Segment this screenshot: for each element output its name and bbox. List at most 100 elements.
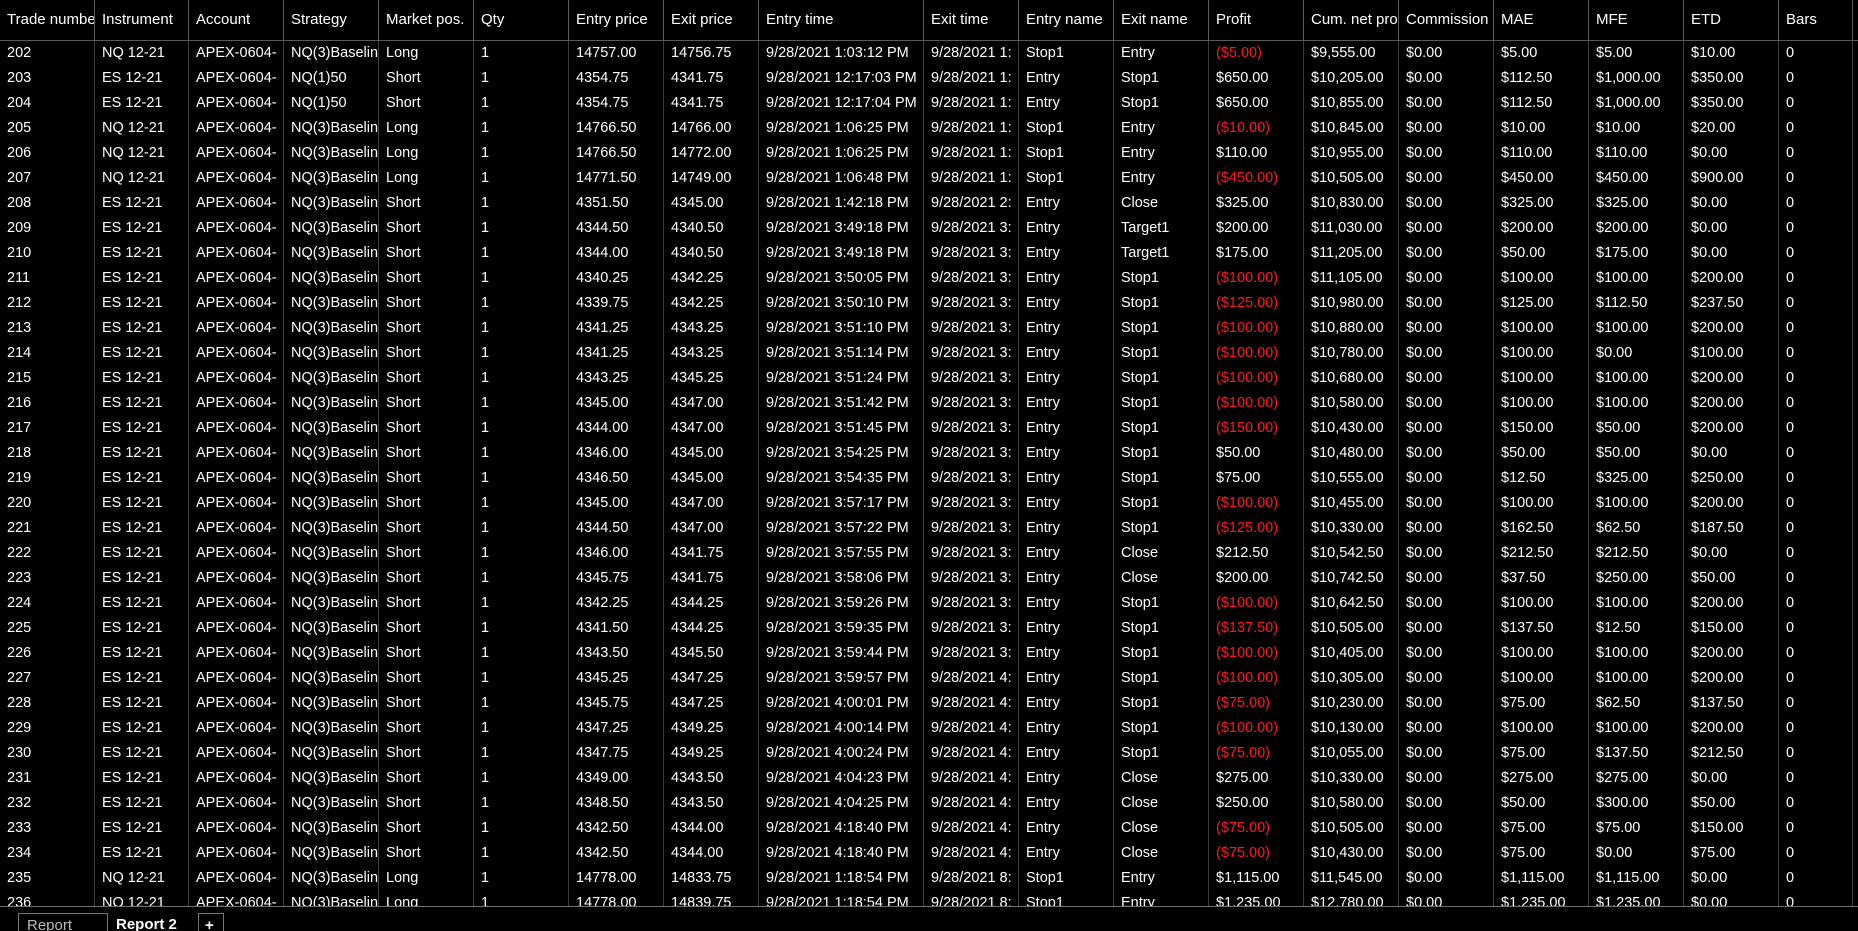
- tab-report-2[interactable]: Report 2: [108, 913, 194, 931]
- table-row[interactable]: 233 ES 12-21 APEX-0604- NQ(3)Baseline Short 1…: [0, 816, 1858, 841]
- cell-etd: $10.00: [1684, 41, 1779, 66]
- cell-strategy: NQ(3)Baseline: [284, 766, 379, 791]
- table-row[interactable]: 229 ES 12-21 APEX-0604- NQ(3)Baseline Short 1…: [0, 716, 1858, 741]
- cell-strategy: NQ(3)Baseline: [284, 316, 379, 341]
- cell-entry-time: 9/28/2021 3:50:10 PM: [759, 291, 924, 316]
- trades-grid[interactable]: Trade number Instrument Account Strategy Mar…: [0, 0, 1858, 906]
- cell-exit-name: Stop1: [1114, 91, 1209, 116]
- table-row[interactable]: 231 ES 12-21 APEX-0604- NQ(3)Baseline Short 1…: [0, 766, 1858, 791]
- cell-commission: $0.00: [1399, 291, 1494, 316]
- cell-mae: $50.00: [1494, 791, 1589, 816]
- cell-etd: $200.00: [1684, 641, 1779, 666]
- table-row[interactable]: 202 NQ 12-21 APEX-0604- NQ(3)Baseline Long 1 1…: [0, 41, 1858, 66]
- column-header-strategy[interactable]: Strategy: [284, 0, 379, 40]
- table-row[interactable]: 225 ES 12-21 APEX-0604- NQ(3)Baseline Short 1…: [0, 616, 1858, 641]
- cell-exit-price: 4343.50: [664, 791, 759, 816]
- cell-account: APEX-0604-: [189, 266, 284, 291]
- cell-etd: $50.00: [1684, 566, 1779, 591]
- table-row[interactable]: 216 ES 12-21 APEX-0604- NQ(3)Baseline Short 1…: [0, 391, 1858, 416]
- cell-exit-name: Close: [1114, 766, 1209, 791]
- column-header-commission[interactable]: Commission: [1399, 0, 1494, 40]
- column-header-instrument[interactable]: Instrument: [95, 0, 189, 40]
- table-row[interactable]: 222 ES 12-21 APEX-0604- NQ(3)Baseline Short 1…: [0, 541, 1858, 566]
- table-row[interactable]: 223 ES 12-21 APEX-0604- NQ(3)Baseline Short 1…: [0, 566, 1858, 591]
- cell-entry-time: 9/28/2021 3:49:18 PM: [759, 241, 924, 266]
- column-header-mfe[interactable]: MFE: [1589, 0, 1684, 40]
- table-row[interactable]: 214 ES 12-21 APEX-0604- NQ(3)Baseline Short 1…: [0, 341, 1858, 366]
- table-row[interactable]: 228 ES 12-21 APEX-0604- NQ(3)Baseline Short 1…: [0, 691, 1858, 716]
- table-row[interactable]: 206 NQ 12-21 APEX-0604- NQ(3)Baseline Long 1 1…: [0, 141, 1858, 166]
- table-row[interactable]: 204 ES 12-21 APEX-0604- NQ(1)50 Short 1 4354.7…: [0, 91, 1858, 116]
- cell-strategy: NQ(3)Baseline: [284, 791, 379, 816]
- cell-bars: 0: [1779, 691, 1853, 716]
- column-header-qty[interactable]: Qty: [474, 0, 569, 40]
- cell-account: APEX-0604-: [189, 391, 284, 416]
- column-header-entry-time[interactable]: Entry time: [759, 0, 924, 40]
- cell-exit-name: Stop1: [1114, 66, 1209, 91]
- cell-commission: $0.00: [1399, 391, 1494, 416]
- cell-bars: 0: [1779, 66, 1853, 91]
- table-row[interactable]: 209 ES 12-21 APEX-0604- NQ(3)Baseline Short 1…: [0, 216, 1858, 241]
- cell-mfe: $100.00: [1589, 591, 1684, 616]
- table-row[interactable]: 219 ES 12-21 APEX-0604- NQ(3)Baseline Short 1…: [0, 466, 1858, 491]
- column-header-account[interactable]: Account: [189, 0, 284, 40]
- cell-exit-price: 4345.25: [664, 366, 759, 391]
- cell-entry-price: 4342.50: [569, 816, 664, 841]
- table-row[interactable]: 226 ES 12-21 APEX-0604- NQ(3)Baseline Short 1…: [0, 641, 1858, 666]
- column-header-bars[interactable]: Bars: [1779, 0, 1853, 40]
- cell-exit-price: 4347.25: [664, 691, 759, 716]
- table-row[interactable]: 218 ES 12-21 APEX-0604- NQ(3)Baseline Short 1…: [0, 441, 1858, 466]
- column-header-etd[interactable]: ETD: [1684, 0, 1779, 40]
- column-header-market-position[interactable]: Market pos.: [379, 0, 474, 40]
- column-header-profit[interactable]: Profit: [1209, 0, 1304, 40]
- cell-exit-name: Close: [1114, 791, 1209, 816]
- cell-etd: $212.50: [1684, 741, 1779, 766]
- cell-market-position: Short: [379, 666, 474, 691]
- table-row[interactable]: 234 ES 12-21 APEX-0604- NQ(3)Baseline Short 1…: [0, 841, 1858, 866]
- table-row[interactable]: 215 ES 12-21 APEX-0604- NQ(3)Baseline Short 1…: [0, 366, 1858, 391]
- cell-strategy: NQ(3)Baseline: [284, 716, 379, 741]
- cell-etd: $0.00: [1684, 141, 1779, 166]
- table-row[interactable]: 207 NQ 12-21 APEX-0604- NQ(3)Baseline Long 1 1…: [0, 166, 1858, 191]
- table-row[interactable]: 235 NQ 12-21 APEX-0604- NQ(3)Baseline Long 1 1…: [0, 866, 1858, 891]
- column-header-exit-price[interactable]: Exit price: [664, 0, 759, 40]
- table-row[interactable]: 220 ES 12-21 APEX-0604- NQ(3)Baseline Short 1…: [0, 491, 1858, 516]
- column-header-cum-net-profit[interactable]: Cum. net profit: [1304, 0, 1399, 40]
- tab-report[interactable]: Report: [18, 913, 108, 931]
- column-header-entry-name[interactable]: Entry name: [1019, 0, 1114, 40]
- table-row[interactable]: 210 ES 12-21 APEX-0604- NQ(3)Baseline Short 1…: [0, 241, 1858, 266]
- column-header-exit-time[interactable]: Exit time: [924, 0, 1019, 40]
- table-row[interactable]: 213 ES 12-21 APEX-0604- NQ(3)Baseline Short 1…: [0, 316, 1858, 341]
- table-row[interactable]: 232 ES 12-21 APEX-0604- NQ(3)Baseline Short 1…: [0, 791, 1858, 816]
- table-row[interactable]: 203 ES 12-21 APEX-0604- NQ(1)50 Short 1 4354.7…: [0, 66, 1858, 91]
- cell-commission: $0.00: [1399, 591, 1494, 616]
- table-row[interactable]: 217 ES 12-21 APEX-0604- NQ(3)Baseline Short 1…: [0, 416, 1858, 441]
- cell-etd: $100.00: [1684, 341, 1779, 366]
- table-row[interactable]: 236 NQ 12-21 APEX-0604- NQ(3)Baseline Long 1 1…: [0, 891, 1858, 906]
- column-header-mae[interactable]: MAE: [1494, 0, 1589, 40]
- cell-entry-name: Entry: [1019, 591, 1114, 616]
- column-header-entry-price[interactable]: Entry price: [569, 0, 664, 40]
- table-row[interactable]: 227 ES 12-21 APEX-0604- NQ(3)Baseline Short 1…: [0, 666, 1858, 691]
- table-row[interactable]: 212 ES 12-21 APEX-0604- NQ(3)Baseline Short 1…: [0, 291, 1858, 316]
- table-row[interactable]: 221 ES 12-21 APEX-0604- NQ(3)Baseline Short 1…: [0, 516, 1858, 541]
- cell-qty: 1: [474, 716, 569, 741]
- column-header-exit-name[interactable]: Exit name: [1114, 0, 1209, 40]
- add-tab-button[interactable]: +: [198, 913, 224, 931]
- table-row[interactable]: 208 ES 12-21 APEX-0604- NQ(3)Baseline Short 1…: [0, 191, 1858, 216]
- table-row[interactable]: 205 NQ 12-21 APEX-0604- NQ(3)Baseline Long 1 1…: [0, 116, 1858, 141]
- cell-cum-net-profit: $10,845.00: [1304, 116, 1399, 141]
- cell-entry-name: Entry: [1019, 291, 1114, 316]
- cell-trade-number: 228: [0, 691, 95, 716]
- cell-exit-name: Entry: [1114, 41, 1209, 66]
- cell-commission: $0.00: [1399, 666, 1494, 691]
- cell-account: APEX-0604-: [189, 366, 284, 391]
- column-header-trade-number[interactable]: Trade number: [0, 0, 95, 40]
- table-row[interactable]: 230 ES 12-21 APEX-0604- NQ(3)Baseline Short 1…: [0, 741, 1858, 766]
- cell-market-position: Short: [379, 516, 474, 541]
- table-row[interactable]: 211 ES 12-21 APEX-0604- NQ(3)Baseline Short 1…: [0, 266, 1858, 291]
- cell-mfe: $75.00: [1589, 816, 1684, 841]
- table-row[interactable]: 224 ES 12-21 APEX-0604- NQ(3)Baseline Short 1…: [0, 591, 1858, 616]
- cell-market-position: Short: [379, 591, 474, 616]
- cell-exit-name: Stop1: [1114, 316, 1209, 341]
